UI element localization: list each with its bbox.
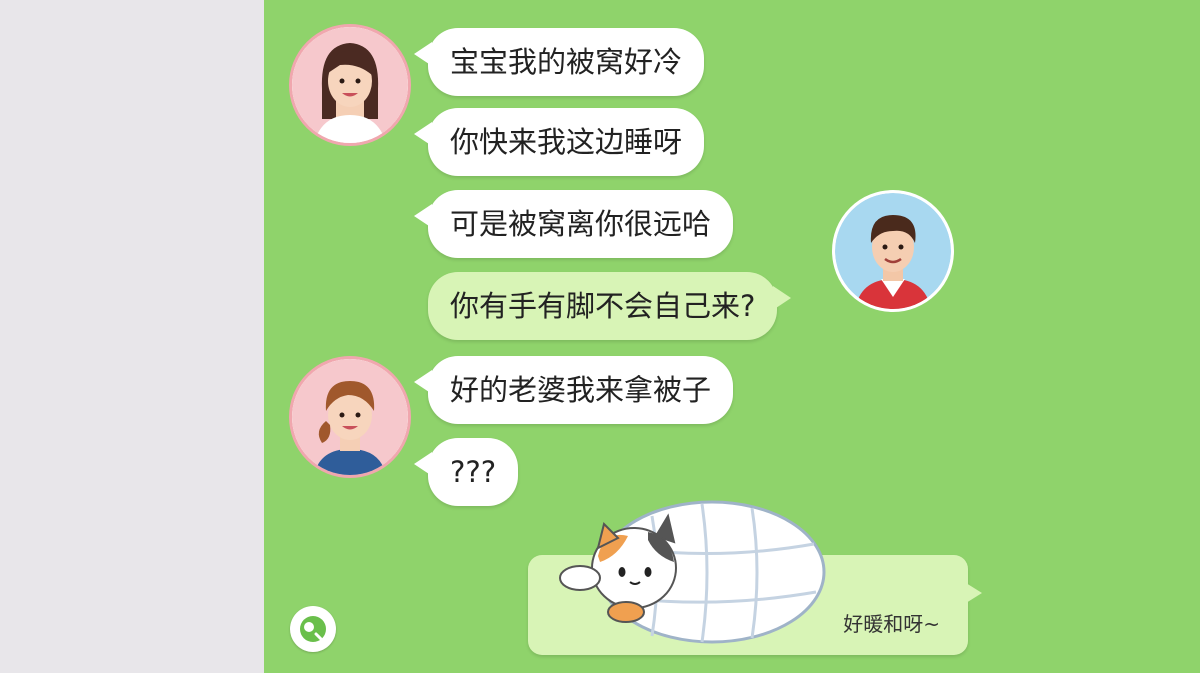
sticker-caption: 好暖和呀~	[843, 612, 940, 636]
message-bubble[interactable]: 你快来我这边睡呀	[413, 108, 705, 176]
avatar-boyfriend[interactable]	[832, 190, 954, 312]
message-bubble[interactable]: 好的老婆我来拿被子	[413, 356, 734, 424]
man-avatar-icon	[835, 193, 951, 309]
woman-avatar-icon	[292, 27, 408, 143]
avatar-girlfriend[interactable]	[289, 24, 411, 146]
cat-in-blanket-icon	[559, 500, 826, 644]
avatar-girlfriend-2[interactable]	[289, 356, 411, 478]
message-bubble[interactable]: 可是被窝离你很远哈	[413, 190, 734, 258]
message-bubble[interactable]: ???	[413, 438, 519, 506]
sticker-button[interactable]	[290, 606, 336, 652]
message-bubble-outgoing[interactable]: 你有手有脚不会自己来?	[428, 272, 792, 340]
message-bubble[interactable]: 宝宝我的被窝好冷	[413, 28, 705, 96]
woman-ponytail-avatar-icon	[292, 359, 408, 475]
left-panel	[0, 0, 264, 673]
sticker-face-icon	[300, 616, 326, 644]
